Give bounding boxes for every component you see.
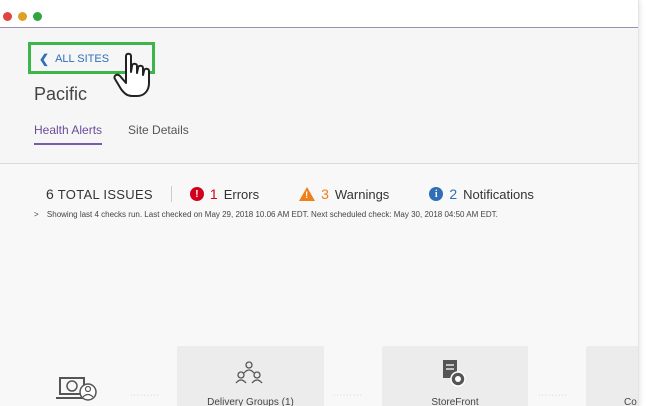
back-link-label: ALL SITES	[55, 53, 110, 65]
warning-icon: !	[299, 187, 316, 201]
warnings-filter[interactable]: ! 3 Warnings	[299, 186, 389, 202]
issues-summary: 6 TOTAL ISSUES ! 1 Errors ! 3 Warnings i…	[46, 186, 574, 202]
delivery-groups-label: Delivery Groups (1)	[207, 397, 294, 406]
errors-label: Errors	[223, 186, 260, 202]
storefront-label: StoreFront	[431, 397, 479, 406]
app-window: ❮ ALL SITES Pacific Health Alerts Site D…	[0, 0, 639, 406]
delivery-groups-icon	[235, 361, 263, 384]
tab-site-details[interactable]: Site Details	[128, 123, 189, 145]
check-status-text: Showing last 4 checks run. Last checked …	[46, 210, 498, 219]
chevron-left-icon: ❮	[39, 52, 50, 66]
notifications-count: 2	[449, 186, 458, 202]
page-title: Pacific	[34, 84, 88, 104]
connector-dots: ·········	[333, 392, 363, 399]
warnings-label: Warnings	[334, 186, 390, 202]
window-minimize-button[interactable]	[18, 12, 27, 21]
connector-dots: ·········	[538, 392, 568, 399]
expand-chevron-icon: >	[34, 210, 39, 219]
storefront-icon	[443, 360, 466, 387]
user-laptop-icon	[56, 377, 97, 401]
errors-count: 1	[209, 186, 218, 202]
topology-flow: ········· Delivery Groups (1) ·········	[0, 340, 638, 406]
all-sites-back-link[interactable]: ❮ ALL SITES	[39, 52, 109, 66]
window-titlebar	[0, 0, 638, 28]
window-close-button[interactable]	[3, 12, 12, 21]
next-node-label: Co	[624, 397, 637, 406]
delivery-groups-node[interactable]: Delivery Groups (1)	[177, 346, 324, 406]
hand-pointer-icon	[113, 52, 150, 97]
window-maximize-button[interactable]	[33, 12, 42, 21]
summary-divider	[170, 186, 172, 202]
errors-filter[interactable]: ! 1 Errors	[189, 186, 260, 202]
notifications-label: Notifications	[463, 186, 534, 202]
warnings-count: 3	[321, 186, 329, 202]
total-issues-count: 6	[46, 186, 55, 202]
check-status-row[interactable]: > Showing last 4 checks run. Last checke…	[34, 210, 498, 219]
tab-bar: Health Alerts Site Details	[34, 123, 189, 145]
next-node[interactable]: Co	[586, 346, 638, 406]
error-icon: !	[189, 187, 204, 201]
connector-dots: ·········	[130, 392, 160, 399]
total-issues: 6 TOTAL ISSUES	[46, 186, 153, 202]
total-issues-label: TOTAL ISSUES	[57, 187, 153, 202]
storefront-node[interactable]: StoreFront	[382, 346, 528, 406]
tab-health-alerts[interactable]: Health Alerts	[34, 123, 103, 145]
info-icon: i	[429, 187, 444, 201]
notifications-filter[interactable]: i 2 Notifications	[429, 186, 534, 202]
